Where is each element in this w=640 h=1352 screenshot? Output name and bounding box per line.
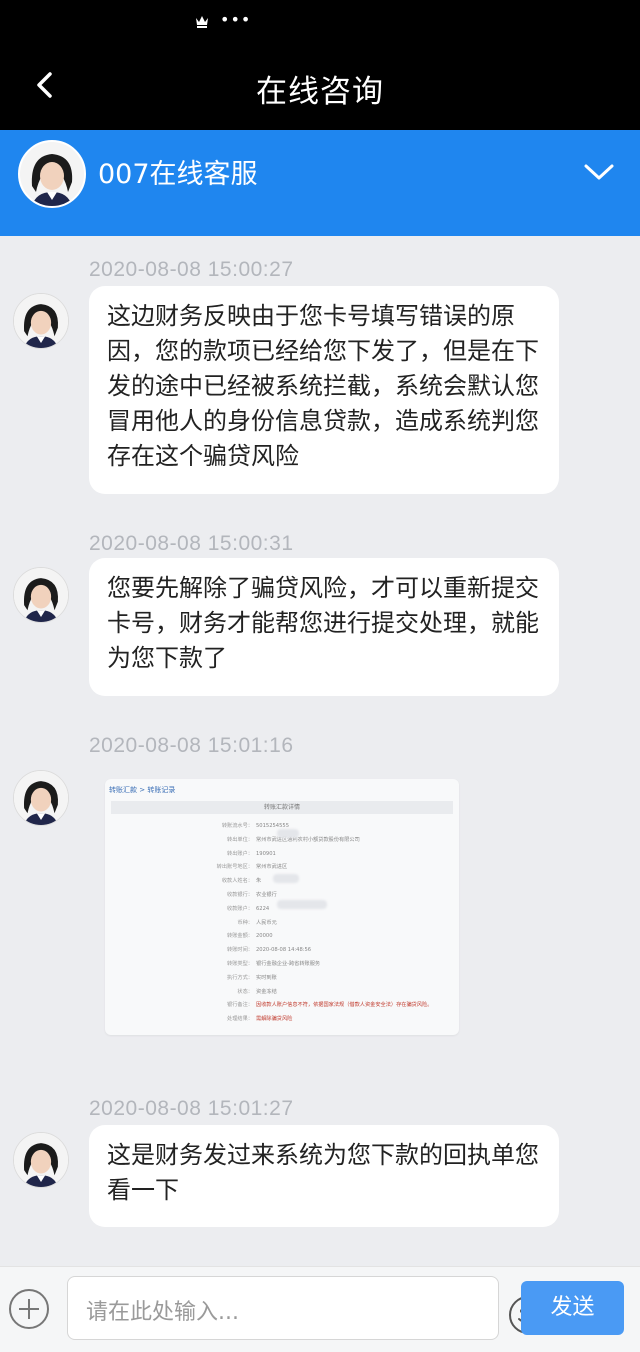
agent-avatar bbox=[18, 140, 86, 208]
receipt-row-value: 2020-08-08 14:48:56 bbox=[256, 947, 312, 954]
receipt-row: 转出账号地区： 常州市武进区 bbox=[105, 862, 459, 873]
message-list[interactable]: 2020-08-08 15:00:27 这边财务反映由于您卡号填写错误的原因，您… bbox=[0, 236, 640, 1266]
receipt-row-label: 转账金额： bbox=[227, 933, 253, 940]
receipt-header: 转账汇款详情 bbox=[111, 801, 453, 814]
receipt-row-label: 转账流水号： bbox=[221, 823, 253, 829]
agent-avatar bbox=[13, 1132, 69, 1188]
status-dots: ••• bbox=[220, 10, 252, 29]
receipt-row-label: 收款账户： bbox=[227, 905, 253, 912]
receipt-row-value: 朱 bbox=[256, 878, 262, 885]
receipt-row: 转账金额： 20000 bbox=[105, 931, 459, 942]
receipt-row-value: 资金冻结 bbox=[256, 988, 277, 995]
send-button[interactable]: 发送 bbox=[521, 1281, 624, 1335]
receipt-row: 转账时间： 2020-08-08 14:48:56 bbox=[105, 945, 459, 956]
agent-avatar bbox=[13, 567, 69, 623]
receipt-row-label: 转出账户： bbox=[227, 850, 253, 857]
receipt-breadcrumb: 转账汇款 > 转账记录 bbox=[109, 786, 176, 794]
message-bubble: 这是财务发过来系统为您下款的回执单您看一下 bbox=[89, 1125, 559, 1227]
receipt-row-label: 银行备注： bbox=[227, 1002, 253, 1009]
nav-bar: 在线咨询 bbox=[0, 40, 640, 130]
receipt-row-label: 处理结果： bbox=[227, 1016, 253, 1023]
receipt-row-value: 因收款人账户信息不符，依据国家法规（借款人资金安全法）存在骗贷风险。 bbox=[256, 1002, 433, 1009]
receipt-row-label: 状态： bbox=[237, 988, 253, 995]
receipt-row-value: 常州市武进区通利农村小额贷款股份有限公司 bbox=[256, 836, 360, 843]
receipt-row-label: 转账时间： bbox=[227, 947, 253, 954]
message-timestamp: 2020-08-08 15:01:16 bbox=[89, 734, 294, 757]
receipt-row: 转账类型： 银行金融企业-跨省转账服务 bbox=[105, 959, 459, 970]
receipt-row: 币种： 人民币元 bbox=[105, 918, 459, 929]
receipt-row-label: 转出单位： bbox=[227, 836, 253, 843]
receipt-row-value: 银行金融企业-跨省转账服务 bbox=[256, 961, 321, 967]
message-timestamp: 2020-08-08 15:00:27 bbox=[89, 258, 294, 281]
receipt-row-label: 收款银行： bbox=[227, 892, 253, 898]
message-bubble: 这边财务反映由于您卡号填写错误的原因，您的款项已经给您下发了，但是在下发的途中已… bbox=[89, 286, 559, 494]
crown-icon bbox=[196, 16, 208, 28]
receipt-row-value: 190901 bbox=[256, 850, 276, 857]
image-message-receipt[interactable]: 转账汇款 > 转账记录 转账汇款详情 转账流水号： 5015254555 转出单位：… bbox=[105, 779, 459, 1035]
receipt-row-label: 收款人姓名： bbox=[221, 878, 253, 885]
page-title: 在线咨询 bbox=[256, 74, 384, 110]
receipt-row: 执行方式： 实时到账 bbox=[105, 973, 459, 984]
message-timestamp: 2020-08-08 15:01:27 bbox=[89, 1097, 294, 1120]
receipt-row-value: 6224 bbox=[256, 905, 270, 912]
receipt-row-label: 转账类型： bbox=[227, 961, 253, 967]
agent-header[interactable]: 007在线客服 bbox=[0, 130, 640, 236]
receipt-row-label: 执行方式： bbox=[227, 974, 253, 981]
message-bubble: 您要先解除了骗贷风险，才可以重新提交卡号，财务才能帮您进行提交处理，就能为您下款… bbox=[89, 558, 559, 696]
agent-avatar-image bbox=[20, 142, 84, 206]
agent-avatar bbox=[13, 293, 69, 349]
message-input[interactable]: 请在此处输入... bbox=[67, 1276, 547, 1340]
receipt-row-value: 实时到账 bbox=[256, 974, 277, 981]
receipt-row-value: 需解除骗贷风险 bbox=[256, 1016, 293, 1023]
input-bar: 请在此处输入... 发送 bbox=[0, 1266, 640, 1352]
receipt-row-label: 转出账号地区： bbox=[216, 864, 253, 871]
receipt-row: 处理结果： 需解除骗贷风险 bbox=[105, 1014, 459, 1025]
agent-name: 007在线客服 bbox=[98, 159, 258, 190]
receipt-row-value: 农业银行 bbox=[256, 892, 277, 898]
receipt-row-label: 币种： bbox=[237, 919, 253, 926]
agent-avatar bbox=[13, 770, 69, 826]
receipt-row-value: 人民币元 bbox=[256, 919, 277, 926]
message-timestamp: 2020-08-08 15:00:31 bbox=[89, 532, 294, 555]
receipt-row: 转出账户： 190901 bbox=[105, 849, 459, 860]
receipt-row-value: 20000 bbox=[256, 933, 273, 940]
chevron-down-icon[interactable] bbox=[582, 160, 616, 184]
message-input-placeholder: 请在此处输入... bbox=[86, 1300, 239, 1325]
receipt-row: 银行备注： 因收款人账户信息不符，依据国家法规（借款人资金安全法）存在骗贷风险。 bbox=[105, 1000, 459, 1011]
add-attachment-button[interactable] bbox=[9, 1289, 49, 1329]
status-bar: ••• bbox=[0, 0, 640, 40]
receipt-row: 状态： 资金冻结 bbox=[105, 987, 459, 998]
receipt-row-value: 常州市武进区 bbox=[256, 864, 288, 871]
